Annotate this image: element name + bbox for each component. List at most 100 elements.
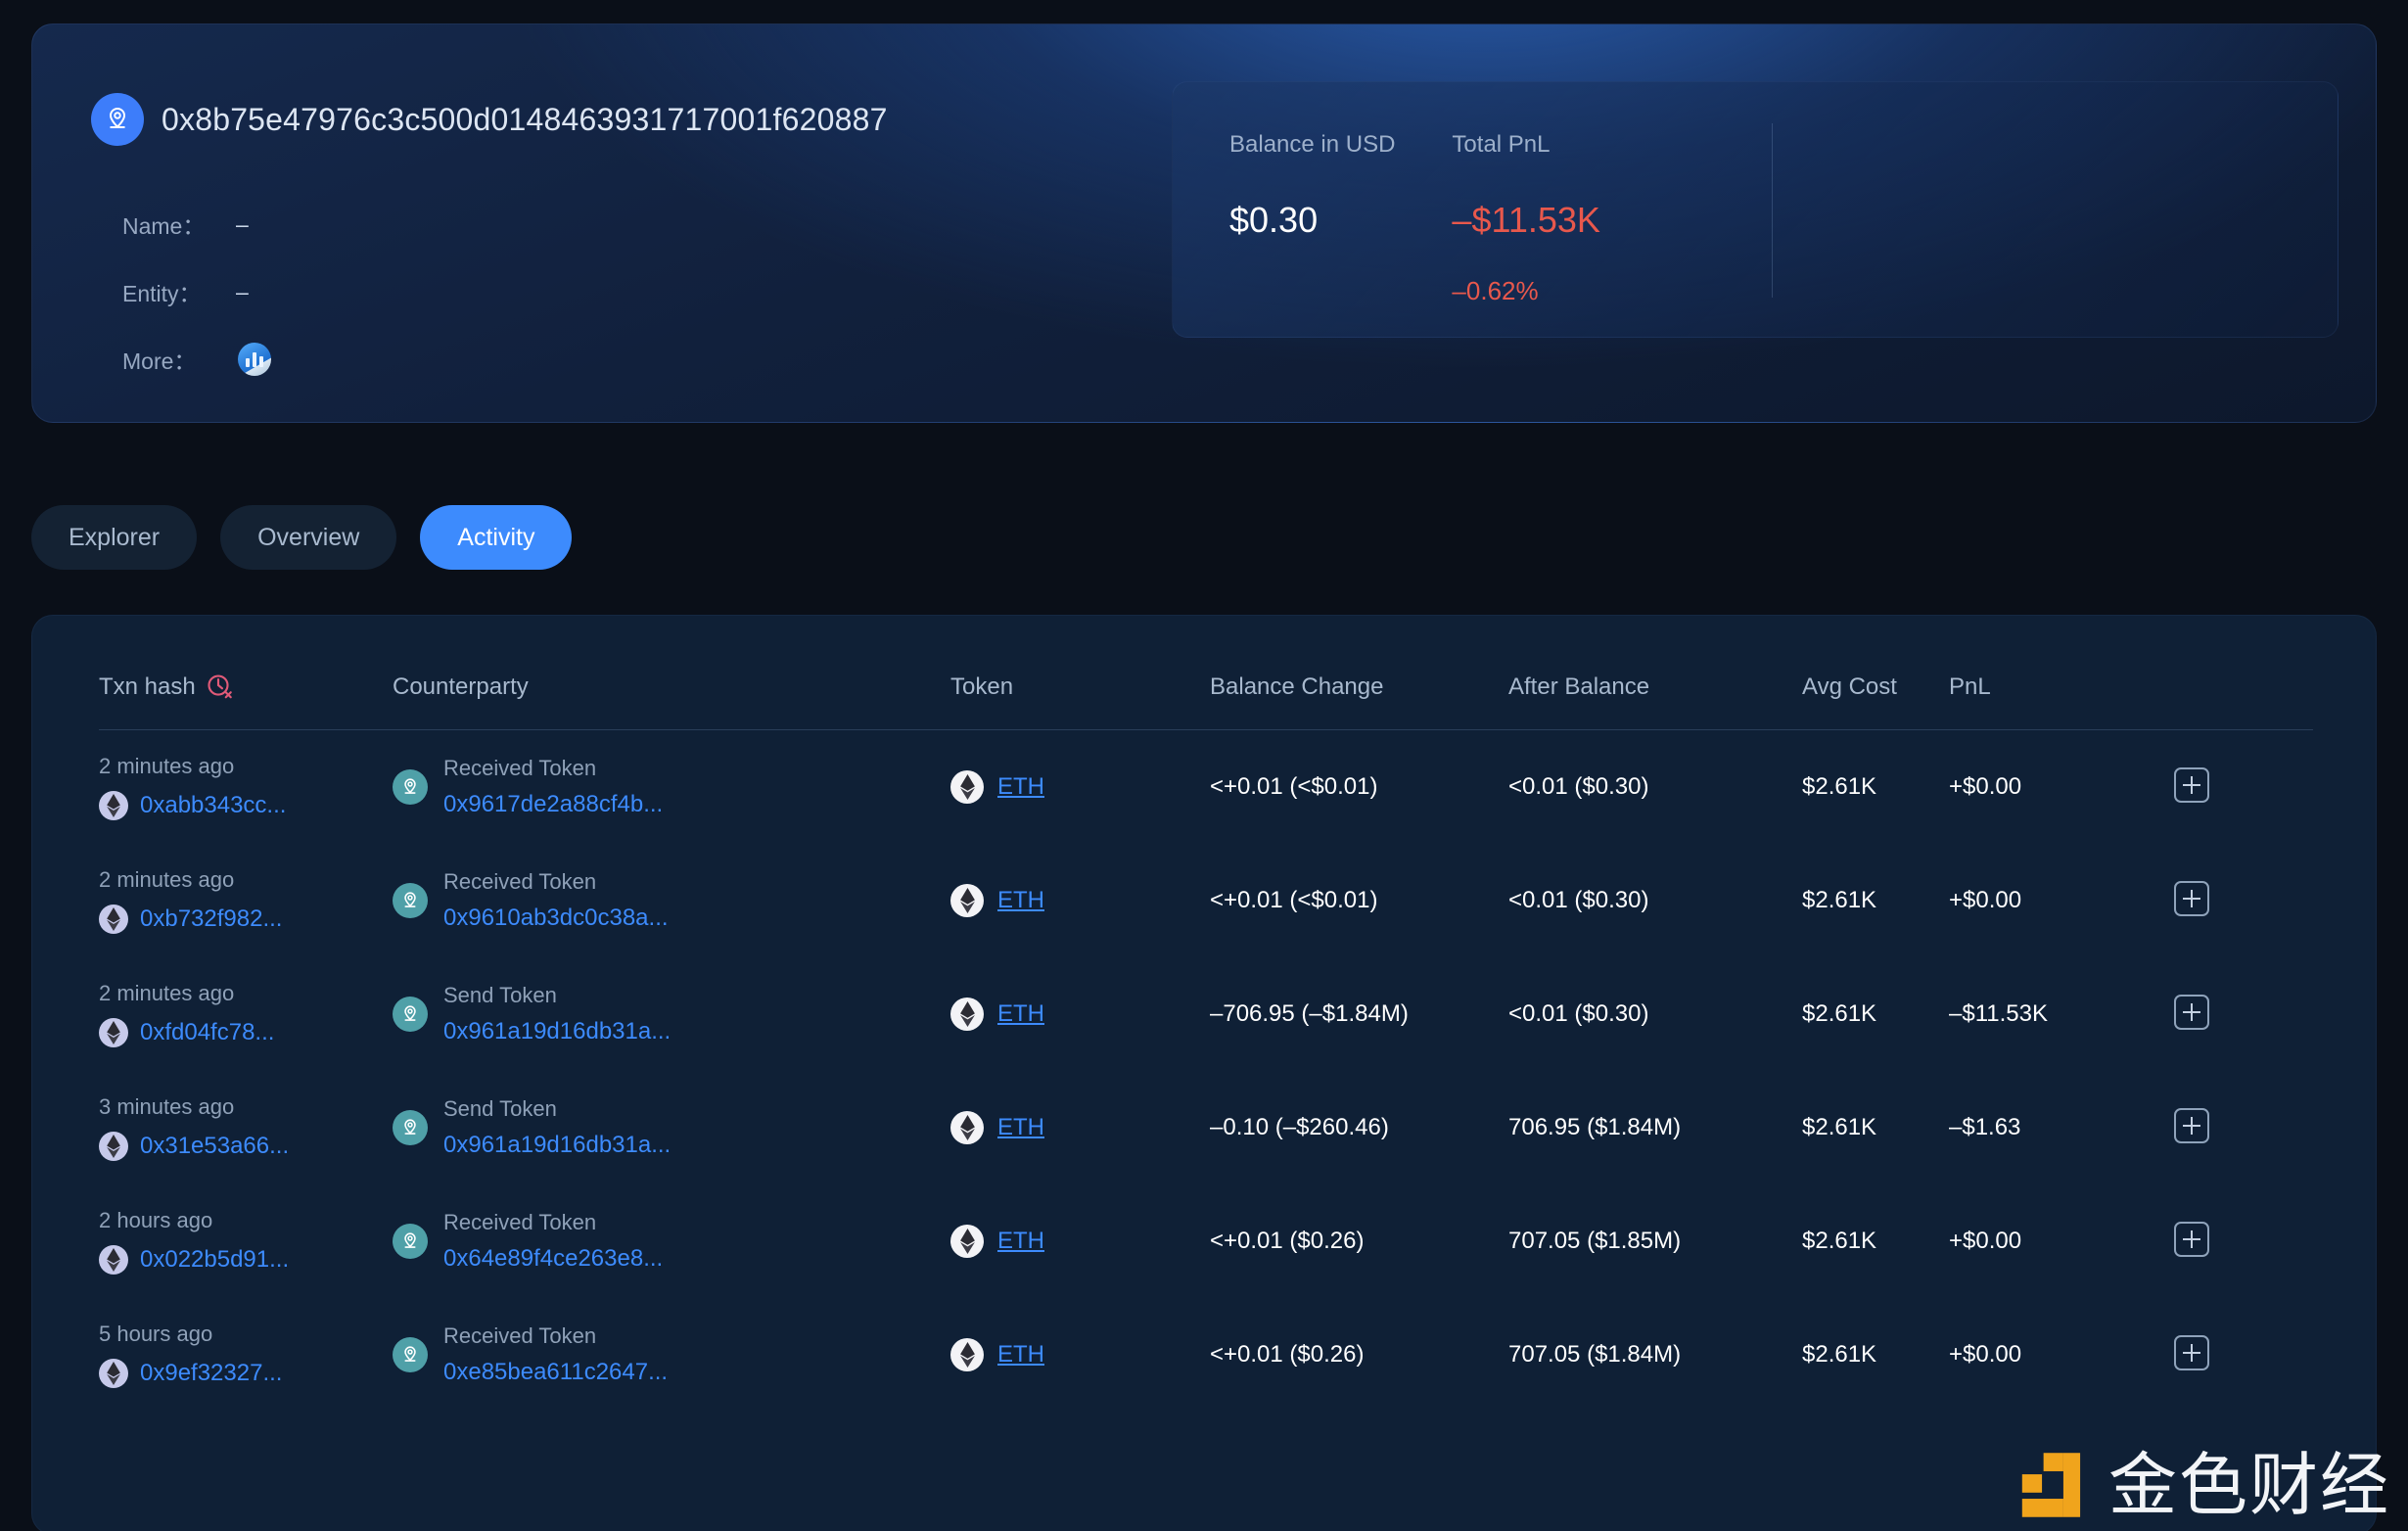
cell-pnl: –$1.63 [1949,1114,2021,1140]
header-balance-change[interactable]: Balance Change [1210,655,1508,730]
meta-label: Name： [122,213,206,239]
txn-hash-link[interactable]: 0x31e53a66... [140,1133,289,1160]
section-tabs: Explorer Overview Activity [31,505,573,570]
token-link[interactable]: ETH [997,1000,1044,1028]
header-row: Txn hash Counterparty Token Balance Chan… [99,655,2313,730]
counterparty-pin-icon [393,1337,428,1372]
cell-token: ETH [950,1298,1210,1412]
pnl-value: –$11.53K [1452,200,1600,240]
cell-pnl: –$11.53K [1949,1000,2048,1027]
cell-balance-change: –706.95 (–$1.84M) [1210,1000,1409,1027]
cell-balance-change: <+0.01 ($0.26) [1210,1228,1365,1254]
txn-hash-link[interactable]: 0x9ef32327... [140,1360,282,1387]
table-row[interactable]: 2 hours ago 0x022b5d91... Received Token 0x… [99,1184,2313,1298]
counterparty-type: Received Token [443,756,597,780]
counterparty-type: Received Token [443,1210,597,1234]
plus-box-icon[interactable] [2174,1334,2209,1370]
cell-after-balance: 706.95 ($1.84M) [1508,1114,1682,1140]
txn-hash-link[interactable]: 0x022b5d91... [140,1246,289,1274]
header-token[interactable]: Token [950,655,1210,730]
eth-token-icon [950,884,984,917]
clock-x-icon[interactable] [206,673,235,702]
balance-value: $0.30 [1229,200,1319,240]
cell-action [2174,1298,2313,1412]
counterparty-address-link[interactable]: 0x64e89f4ce263e8... [443,1245,663,1273]
plus-box-icon[interactable] [2174,766,2209,803]
header-pnl[interactable]: PnL [1949,655,2174,730]
txn-timestamp: 2 minutes ago [99,867,235,892]
eth-token-icon [950,997,984,1031]
cell-balance-change: <+0.01 (<$0.01) [1210,773,1378,800]
cell-action [2174,1184,2313,1298]
counterparty-type: Send Token [443,1096,557,1121]
activity-table: Txn hash Counterparty Token Balance Chan… [99,655,2313,1412]
counterparty-address-link[interactable]: 0xe85bea611c2647... [443,1359,668,1386]
cell-after-balance: <0.01 ($0.30) [1508,773,1649,800]
token-link[interactable]: ETH [997,773,1044,801]
eth-token-icon [950,1338,984,1371]
token-link[interactable]: ETH [997,887,1044,914]
tab-activity[interactable]: Activity [420,505,573,570]
cell-txn-hash: 2 minutes ago 0xb732f982... [99,844,393,957]
table-row[interactable]: 2 minutes ago 0xabb343cc... Received Token… [99,730,2313,845]
plus-box-icon[interactable] [2174,880,2209,916]
txn-timestamp: 2 minutes ago [99,754,235,778]
cell-pnl: +$0.00 [1949,887,2022,913]
counterparty-address-link[interactable]: 0x9617de2a88cf4b... [443,791,663,818]
balance-label: Balance in USD [1229,131,1396,158]
txn-hash-link[interactable]: 0xabb343cc... [140,792,286,819]
table-row[interactable]: 5 hours ago 0x9ef32327... Received Token 0x… [99,1298,2313,1412]
table-row[interactable]: 2 minutes ago 0xfd04fc78... Send Token 0x96… [99,957,2313,1071]
token-link[interactable]: ETH [997,1228,1044,1255]
cell-token: ETH [950,844,1210,957]
cell-balance-change: <+0.01 (<$0.01) [1210,887,1378,913]
pnl-label: Total PnL [1452,131,1551,158]
cell-txn-hash: 2 hours ago 0x022b5d91... [99,1184,393,1298]
plus-box-icon[interactable] [2174,1221,2209,1257]
analytics-badge-icon[interactable] [238,343,271,376]
counterparty-address-link[interactable]: 0x961a19d16db31a... [443,1132,671,1159]
eth-token-icon [950,770,984,804]
wallet-address: 0x8b75e47976c3c500d0148463931717001f6208… [162,101,888,137]
cell-avg-cost: $2.61K [1802,887,1877,913]
txn-hash-link[interactable]: 0xb732f982... [140,905,282,933]
cell-after-balance: <0.01 ($0.30) [1508,887,1649,913]
header-avg-cost[interactable]: Avg Cost [1802,655,1949,730]
header-after-balance[interactable]: After Balance [1508,655,1802,730]
counterparty-pin-icon [393,997,428,1032]
plus-box-icon[interactable] [2174,994,2209,1030]
plus-box-icon[interactable] [2174,1107,2209,1143]
location-pin-icon [91,93,144,146]
cell-txn-hash: 2 minutes ago 0xfd04fc78... [99,957,393,1071]
cell-balance-change: –0.10 (–$260.46) [1210,1114,1389,1140]
ethereum-chain-icon [99,905,128,934]
header-txn-hash[interactable]: Txn hash [99,655,393,730]
ethereum-chain-icon [99,1359,128,1388]
balance-stat: Balance in USD $0.30 [1173,82,1395,337]
pnl-percent: –0.62% [1452,276,1539,305]
cell-avg-cost: $2.61K [1802,1000,1877,1027]
eth-token-icon [950,1225,984,1258]
counterparty-address-link[interactable]: 0x961a19d16db31a... [443,1018,671,1045]
counterparty-pin-icon [393,883,428,918]
tab-explorer[interactable]: Explorer [31,505,198,570]
tab-overview[interactable]: Overview [220,505,397,570]
txn-hash-link[interactable]: 0xfd04fc78... [140,1019,274,1046]
counterparty-address-link[interactable]: 0x9610ab3dc0c38a... [443,905,669,932]
meta-value: – [236,278,249,304]
header-action [2174,655,2313,730]
address-row: 0x8b75e47976c3c500d0148463931717001f6208… [91,93,888,146]
table-row[interactable]: 2 minutes ago 0xb732f982... Received Token… [99,844,2313,957]
cell-avg-cost: $2.61K [1802,1341,1877,1368]
meta-label: More： [122,348,197,374]
cell-action [2174,957,2313,1071]
header-counterparty[interactable]: Counterparty [393,655,950,730]
cell-action [2174,730,2313,845]
token-link[interactable]: ETH [997,1114,1044,1141]
cell-txn-hash: 5 hours ago 0x9ef32327... [99,1298,393,1412]
table-row[interactable]: 3 minutes ago 0x31e53a66... Send Token 0x96… [99,1071,2313,1184]
counterparty-type: Received Token [443,869,597,894]
token-link[interactable]: ETH [997,1341,1044,1369]
table-header: Txn hash Counterparty Token Balance Chan… [99,655,2313,730]
counterparty-type: Send Token [443,983,557,1007]
